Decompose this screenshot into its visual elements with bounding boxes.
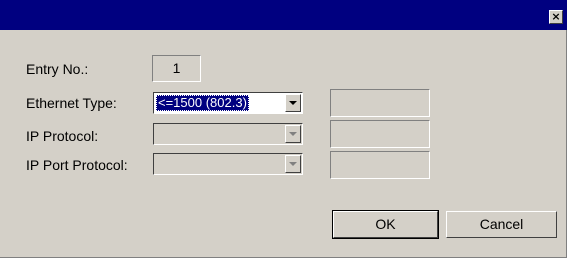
- ip-protocol-extra-field: [330, 120, 430, 148]
- ip-port-protocol-extra-field: [330, 151, 430, 179]
- ip-protocol-value: [156, 126, 160, 142]
- ok-button[interactable]: OK: [332, 210, 439, 239]
- chevron-down-icon[interactable]: [285, 155, 301, 173]
- chevron-down-icon[interactable]: [285, 94, 301, 112]
- ip-port-protocol-label: IP Port Protocol:: [26, 157, 128, 173]
- ethernet-type-label: Ethernet Type:: [26, 95, 117, 111]
- ip-port-protocol-select[interactable]: [153, 153, 303, 175]
- cancel-button[interactable]: Cancel: [446, 211, 557, 238]
- close-icon[interactable]: ×: [549, 10, 563, 24]
- chevron-down-icon[interactable]: [285, 125, 301, 143]
- dialog-window: × Entry No.: 1 Ethernet Type: <=1500 (80…: [0, 0, 567, 258]
- title-bar: ×: [0, 0, 567, 30]
- ethernet-type-extra-field: [330, 89, 430, 117]
- ip-protocol-select[interactable]: [153, 123, 303, 145]
- ethernet-type-select[interactable]: <=1500 (802.3): [153, 92, 303, 114]
- ip-port-protocol-value: [156, 156, 160, 172]
- entry-no-label: Entry No.:: [26, 61, 89, 77]
- ethernet-type-value: <=1500 (802.3): [156, 95, 249, 111]
- entry-no-field: 1: [152, 55, 201, 82]
- ip-protocol-label: IP Protocol:: [26, 128, 99, 144]
